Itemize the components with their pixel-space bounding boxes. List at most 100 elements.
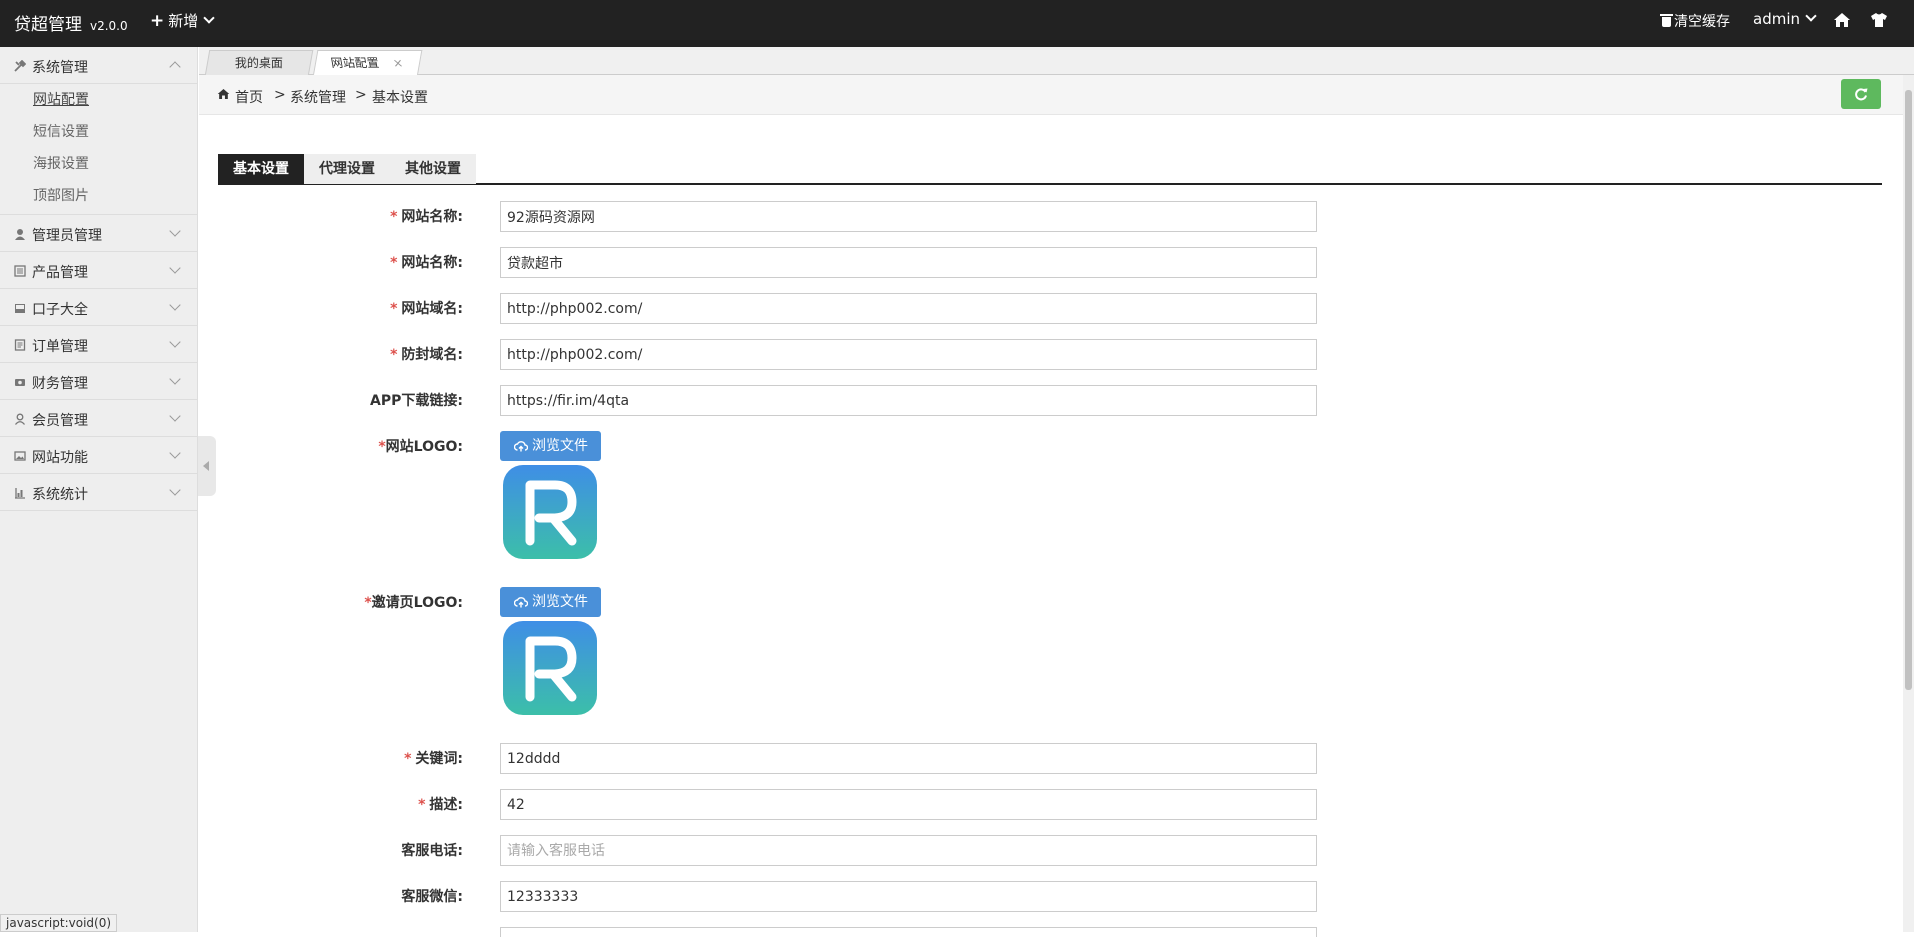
window-tabs-bar: 我的桌面 网站配置 × <box>199 47 1914 77</box>
site-logo-browse-button[interactable]: 浏览文件 <box>500 431 601 461</box>
menu-group-label: 会员管理 <box>32 413 88 429</box>
sidebar-item-poster[interactable]: 海报设置 <box>0 148 197 180</box>
tab-label: 网站配置 <box>330 56 381 70</box>
cloud-upload-icon <box>514 441 528 452</box>
cloud-upload-icon <box>514 597 528 608</box>
tab-label: 我的桌面 <box>234 56 283 70</box>
refresh-icon <box>1855 88 1868 101</box>
browse-label: 浏览文件 <box>532 594 588 610</box>
menu-group-label: 口子大全 <box>32 302 88 318</box>
site-logo-label: *网站LOGO: <box>163 436 463 456</box>
order-icon <box>14 339 26 351</box>
keywords-input[interactable] <box>500 743 1317 774</box>
service-phone-input[interactable] <box>500 835 1317 866</box>
label-text: 网站名称: <box>401 209 463 225</box>
menu-group-label: 财务管理 <box>32 376 88 392</box>
site-logo-image <box>503 465 597 559</box>
app-version: v2.0.0 <box>90 19 128 33</box>
tab-other-settings[interactable]: 其他设置 <box>390 154 476 184</box>
refresh-button[interactable] <box>1841 79 1881 109</box>
username: admin <box>1753 10 1800 28</box>
label-text: 网站LOGO: <box>385 439 463 455</box>
domain-label: * 网站域名: <box>163 298 463 318</box>
member-icon <box>14 413 26 425</box>
required-mark: * <box>390 255 398 271</box>
site-name2-label: * 网站名称: <box>163 252 463 272</box>
menu-group-label: 网站功能 <box>32 450 88 466</box>
invite-logo-image <box>503 621 597 715</box>
required-mark: * <box>390 209 398 225</box>
required-mark: * <box>404 751 412 767</box>
required-mark: * <box>390 347 398 363</box>
browse-label: 浏览文件 <box>532 438 588 454</box>
menu-group-statistics[interactable]: 系统统计 <box>0 474 197 511</box>
breadcrumb: 首页 > 系统管理 > 基本设置 <box>199 75 1903 115</box>
money-icon <box>15 379 25 386</box>
service-wechat-input[interactable] <box>500 881 1317 912</box>
menu-group-system[interactable]: 系统管理 <box>0 47 197 84</box>
breadcrumb-separator: > <box>355 87 367 103</box>
site-name2-input[interactable] <box>500 247 1317 278</box>
domain-input[interactable] <box>500 293 1317 324</box>
breadcrumb-current: 基本设置 <box>372 90 428 106</box>
clear-cache-button[interactable]: 清空缓存 <box>1660 11 1730 31</box>
menu-group-label: 订单管理 <box>32 339 88 355</box>
scrollbar-thumb[interactable] <box>1905 90 1912 690</box>
home-icon <box>217 88 230 100</box>
add-new-label: 新增 <box>168 12 199 30</box>
app-logo[interactable]: 贷超管理 v2.0.0 <box>14 10 128 35</box>
user-icon <box>15 229 25 240</box>
description-input[interactable] <box>500 789 1317 820</box>
tools-icon <box>14 60 26 72</box>
inbox-icon <box>15 304 25 313</box>
breadcrumb-system[interactable]: 系统管理 <box>290 87 346 107</box>
chevron-down-icon <box>169 410 181 422</box>
content-scrollbar[interactable] <box>1903 75 1914 932</box>
next-input-partial[interactable] <box>500 927 1317 937</box>
top-navbar: 贷超管理 v2.0.0 + 新增 清空缓存 admin <box>0 0 1914 47</box>
chevron-up-icon <box>169 61 181 73</box>
image-icon <box>14 451 26 461</box>
service-phone-label: 客服电话: <box>401 843 463 859</box>
tab-my-desktop[interactable]: 我的桌面 <box>204 50 314 76</box>
sidebar-item-sms[interactable]: 短信设置 <box>0 116 197 148</box>
description-label: * 描述: <box>163 794 463 814</box>
tab-site-config[interactable]: 网站配置 × <box>312 50 423 77</box>
tab-agent-settings[interactable]: 代理设置 <box>304 154 390 184</box>
trash-icon <box>1660 14 1673 27</box>
label-text: 邀请页LOGO: <box>371 595 463 611</box>
required-mark: * <box>390 301 398 317</box>
required-mark: * <box>418 797 426 813</box>
breadcrumb-separator: > <box>274 87 286 103</box>
site-name-input[interactable] <box>500 201 1317 232</box>
plus-icon: + <box>150 11 165 31</box>
form-tabs: 基本设置 代理设置 其他设置 <box>218 154 1882 185</box>
home-icon[interactable] <box>1833 12 1851 28</box>
invite-logo-browse-button[interactable]: 浏览文件 <box>500 587 601 617</box>
close-icon[interactable]: × <box>391 51 405 76</box>
label-text: 关键词: <box>415 751 463 767</box>
theme-shirt-icon[interactable] <box>1870 12 1888 28</box>
required-mark: * <box>364 595 372 611</box>
invite-logo-label: *邀请页LOGO: <box>163 592 463 612</box>
app-download-label: APP下载链接: <box>370 393 463 409</box>
menu-group-label: 系统管理 <box>32 60 88 76</box>
add-new-menu[interactable]: + 新增 <box>150 10 215 31</box>
menu-group-label: 管理员管理 <box>32 228 102 244</box>
chevron-down-icon <box>169 225 181 237</box>
chevron-down-icon <box>169 484 181 496</box>
label-text: 网站名称: <box>401 255 463 271</box>
clear-cache-label: 清空缓存 <box>1674 14 1730 30</box>
antiblock-domain-input[interactable] <box>500 339 1317 370</box>
sidebar-item-site-config[interactable]: 网站配置 <box>0 84 197 116</box>
user-menu[interactable]: admin <box>1753 10 1817 28</box>
label-text: 防封域名: <box>401 347 463 363</box>
required-mark: * <box>378 439 386 455</box>
label-text: 网站域名: <box>401 301 463 317</box>
app-title: 贷超管理 <box>14 15 82 35</box>
tab-basic-settings[interactable]: 基本设置 <box>218 154 304 184</box>
service-wechat-label: 客服微信: <box>401 889 463 905</box>
app-download-input[interactable] <box>500 385 1317 416</box>
breadcrumb-home[interactable]: 首页 <box>235 87 263 107</box>
site-name-label: * 网站名称: <box>163 206 463 226</box>
